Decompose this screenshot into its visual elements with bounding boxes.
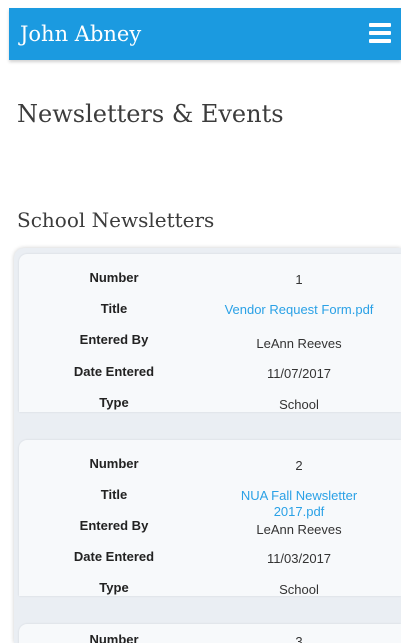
date-entered-label: Date Entered: [73, 364, 155, 379]
user-name: John Abney: [20, 22, 142, 46]
page-title: Newsletters & Events: [17, 100, 284, 128]
number-value: 2: [295, 458, 303, 473]
top-app-bar: John Abney: [9, 8, 401, 60]
newsletter-type-row: Type School: [19, 577, 401, 599]
newsletter-entered-by-row: Entered By LeAnn Reeves: [19, 329, 401, 351]
date-entered-value: 11/03/2017: [266, 551, 332, 566]
newsletter-title-row: Title NUA Fall Newsletter 2017.pdf: [19, 484, 401, 519]
number-value: 3: [295, 634, 303, 643]
hamburger-menu-icon[interactable]: [369, 23, 391, 43]
entered-by-label: Entered By: [79, 518, 149, 533]
menu-icon-bar: [369, 31, 391, 35]
newsletter-date-row: Date Entered 11/07/2017: [19, 361, 401, 383]
newsletter-list[interactable]: Number 1 Title Vendor Request Form.pdf E…: [14, 248, 401, 643]
number-label: Number: [89, 456, 139, 471]
page: John Abney Newsletters & Events School N…: [0, 0, 401, 643]
entered-by-value: LeAnn Reeves: [256, 522, 342, 537]
newsletter-type-row: Type School: [19, 392, 401, 414]
newsletter-card: Number 1 Title Vendor Request Form.pdf E…: [19, 254, 401, 412]
newsletter-card: Number 2 Title NUA Fall Newsletter 2017.…: [19, 440, 401, 599]
type-value: School: [279, 397, 319, 412]
newsletter-card: Number 3: [19, 624, 401, 643]
date-entered-label: Date Entered: [73, 549, 155, 564]
title-label: Title: [100, 487, 128, 502]
newsletter-entered-by-row: Entered By LeAnn Reeves: [19, 515, 401, 537]
type-value: School: [279, 582, 319, 597]
newsletter-number-row: Number 1: [19, 267, 401, 289]
entered-by-label: Entered By: [79, 332, 149, 347]
menu-icon-bar: [369, 23, 391, 27]
section-title: School Newsletters: [17, 208, 215, 232]
type-label: Type: [99, 580, 129, 595]
number-label: Number: [89, 632, 139, 643]
newsletter-number-row: Number 3: [19, 629, 401, 643]
newsletter-date-row: Date Entered 11/03/2017: [19, 546, 401, 568]
type-label: Type: [99, 395, 129, 410]
date-entered-value: 11/07/2017: [266, 366, 332, 381]
number-label: Number: [89, 270, 139, 285]
title-label: Title: [100, 301, 128, 316]
number-value: 1: [295, 272, 303, 287]
newsletter-title-link[interactable]: Vendor Request Form.pdf: [214, 302, 384, 318]
menu-icon-bar: [369, 39, 391, 43]
newsletter-number-row: Number 2: [19, 453, 401, 475]
newsletter-title-row: Title Vendor Request Form.pdf: [19, 298, 401, 320]
entered-by-value: LeAnn Reeves: [256, 336, 342, 351]
